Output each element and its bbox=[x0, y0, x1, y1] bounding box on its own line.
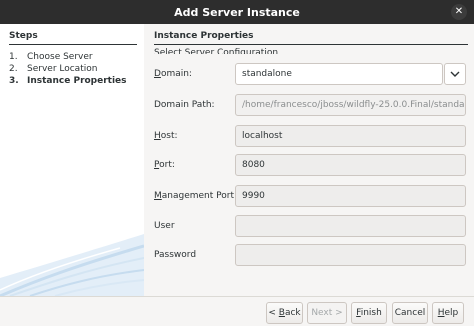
step-label: Instance Properties bbox=[27, 76, 127, 86]
port-label-rest: ort: bbox=[159, 160, 175, 170]
domain-row: Domain: standalone bbox=[154, 63, 466, 85]
chevron-down-icon bbox=[450, 71, 460, 77]
step-number: 3. bbox=[9, 76, 19, 86]
management-port-field[interactable]: 9990 bbox=[235, 185, 466, 207]
help-button[interactable]: Help bbox=[432, 302, 464, 324]
domain-label-rest: omain: bbox=[160, 69, 192, 79]
user-label: User bbox=[154, 221, 175, 231]
management-port-label-rest: anagement Port: bbox=[161, 191, 238, 201]
finish-button[interactable]: Finish bbox=[351, 302, 387, 324]
step-number: 2. bbox=[9, 64, 18, 74]
password-field[interactable] bbox=[235, 244, 466, 266]
window-title: Add Server Instance bbox=[174, 5, 300, 19]
step-label: Choose Server bbox=[27, 52, 93, 62]
host-field[interactable]: localhost bbox=[235, 125, 466, 147]
domain-path-row: Domain Path: /home/francesco/jboss/wildf… bbox=[154, 94, 466, 116]
instance-properties-panel: Instance Properties Select Server Config… bbox=[144, 24, 474, 296]
title-bar: Add Server Instance ✕ bbox=[0, 0, 474, 24]
host-label: Host: bbox=[154, 125, 178, 147]
domain-dropdown-button[interactable] bbox=[444, 63, 466, 85]
step-number: 1. bbox=[9, 52, 18, 62]
domain-path-label: Domain Path: bbox=[154, 100, 215, 110]
steps-list: 1. Choose Server 2. Server Location 3. Inst… bbox=[9, 51, 127, 87]
button-bar: < Back Next > Finish Cancel Help bbox=[0, 296, 474, 326]
domain-label-mnemonic: D bbox=[154, 69, 161, 79]
back-button[interactable]: < Back bbox=[266, 302, 303, 324]
step-item-choose-server: 1. Choose Server bbox=[9, 51, 127, 63]
finish-button-rest: inish bbox=[360, 308, 382, 318]
port-field[interactable]: 8080 bbox=[235, 154, 466, 176]
user-field[interactable] bbox=[235, 215, 466, 237]
password-row: Password bbox=[154, 244, 466, 266]
cancel-button[interactable]: Cancel bbox=[392, 302, 428, 324]
host-label-mnemonic: H bbox=[154, 131, 161, 141]
back-button-rest: ack bbox=[284, 308, 301, 318]
next-button[interactable]: Next > bbox=[307, 302, 347, 324]
decorative-swoosh-graphic bbox=[0, 234, 144, 296]
close-icon[interactable]: ✕ bbox=[451, 4, 467, 20]
domain-select[interactable]: standalone bbox=[235, 63, 443, 85]
domain-label: Domain: bbox=[154, 63, 192, 85]
password-label: Password bbox=[154, 250, 197, 260]
host-row: Host: localhost bbox=[154, 125, 466, 147]
step-item-server-location: 2. Server Location bbox=[9, 63, 127, 75]
user-row: User bbox=[154, 215, 466, 237]
step-label: Server Location bbox=[27, 64, 98, 74]
panel-heading: Instance Properties bbox=[154, 31, 468, 45]
help-button-mnemonic: H bbox=[437, 308, 445, 318]
domain-path-field: /home/francesco/jboss/wildfly-25.0.0.Fin… bbox=[235, 94, 466, 116]
steps-heading: Steps bbox=[9, 31, 137, 45]
step-item-instance-properties: 3. Instance Properties bbox=[9, 75, 127, 87]
host-label-rest: ost: bbox=[160, 131, 178, 141]
back-button-prefix: < bbox=[268, 308, 279, 318]
management-port-label-mnemonic: M bbox=[154, 191, 162, 201]
steps-panel: Steps 1. Choose Server 2. Server Location … bbox=[0, 24, 144, 296]
port-row: Port: 8080 bbox=[154, 154, 466, 176]
management-port-label: Management Port: bbox=[154, 185, 237, 207]
management-port-row: Management Port: 9990 bbox=[154, 185, 466, 207]
help-button-rest: elp bbox=[444, 308, 459, 318]
port-label: Port: bbox=[154, 154, 175, 176]
panel-subheading: Select Server Configuration bbox=[154, 48, 279, 54]
